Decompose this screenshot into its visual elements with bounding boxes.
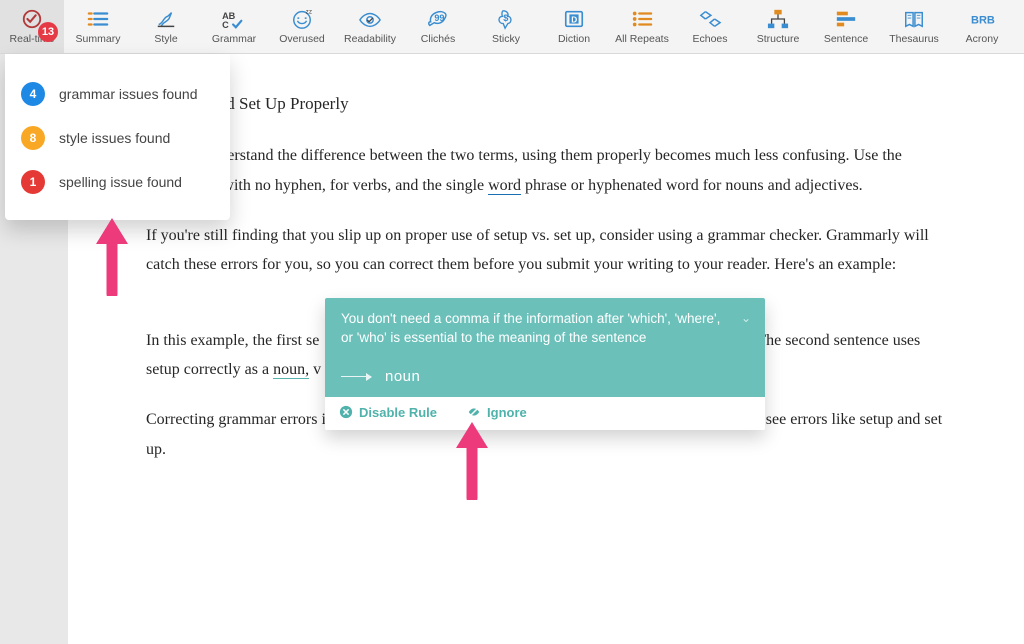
- tool-label: Grammar: [212, 33, 256, 45]
- suggestion-popup: You don't need a comma if the informatio…: [325, 298, 765, 430]
- tool-label: Acrony: [966, 33, 999, 45]
- tool-style[interactable]: Style: [132, 0, 200, 53]
- arrow-right-icon: [341, 376, 371, 377]
- disable-rule-button[interactable]: Disable Rule: [339, 405, 437, 420]
- tool-label: Sentence: [824, 33, 868, 45]
- acronyms-icon: BRB: [968, 8, 996, 30]
- style-icon: [152, 8, 180, 30]
- readability-icon: [356, 8, 384, 30]
- ignore-button[interactable]: Ignore: [467, 405, 527, 420]
- tool-label: Diction: [558, 33, 590, 45]
- count-badge: 8: [21, 126, 45, 150]
- tool-readability[interactable]: Readability: [336, 0, 404, 53]
- tool-label: Readability: [344, 33, 396, 45]
- flagged-noun[interactable]: noun,: [273, 361, 309, 379]
- svg-text:BRB: BRB: [971, 15, 995, 27]
- doc-heading: .... Setup and Set Up Properly: [146, 88, 954, 119]
- annotation-arrow-1: [92, 216, 132, 301]
- dropdown-label: grammar issues found: [59, 86, 198, 102]
- tool-label: Thesaurus: [889, 33, 939, 45]
- tool-diction[interactable]: D Diction: [540, 0, 608, 53]
- tool-label: All Repeats: [615, 33, 669, 45]
- tool-label: Clichés: [421, 33, 455, 45]
- chevron-down-icon[interactable]: ⌄: [741, 310, 751, 327]
- tool-sentence[interactable]: Sentence: [812, 0, 880, 53]
- flagged-word[interactable]: word: [488, 177, 521, 195]
- dropdown-label: style issues found: [59, 130, 170, 146]
- suggestion-message: You don't need a comma if the informatio…: [325, 298, 765, 360]
- tool-overused[interactable]: zz Overused: [268, 0, 336, 53]
- svg-text:C: C: [222, 20, 229, 30]
- dropdown-label: spelling issue found: [59, 174, 182, 190]
- dropdown-row-spelling[interactable]: 1 spelling issue found: [21, 160, 214, 204]
- tool-acronyms[interactable]: BRB Acrony: [948, 0, 1016, 53]
- diction-icon: D: [560, 8, 588, 30]
- tool-label: Style: [154, 33, 177, 45]
- doc-paragraph-2: If you're still finding that you slip up…: [146, 221, 954, 280]
- toolbar: Real-time 13 Summary Style ABC Grammar z…: [0, 0, 1024, 54]
- doc-paragraph-1: ---------- understand the difference bet…: [146, 141, 954, 200]
- tool-label: Summary: [76, 33, 121, 45]
- tool-cliches[interactable]: 99 Clichés: [404, 0, 472, 53]
- summary-icon: [84, 8, 112, 30]
- svg-text:D: D: [571, 16, 577, 25]
- tool-thesaurus[interactable]: Thesaurus: [880, 0, 948, 53]
- annotation-arrow-2: [452, 420, 492, 505]
- tool-label: Sticky: [492, 33, 520, 45]
- tool-grammar[interactable]: ABC Grammar: [200, 0, 268, 53]
- tool-structure[interactable]: Structure: [744, 0, 812, 53]
- sticky-icon: $: [492, 8, 520, 30]
- eye-off-icon: [467, 405, 481, 419]
- tool-echoes[interactable]: Echoes: [676, 0, 744, 53]
- dropdown-row-style[interactable]: 8 style issues found: [21, 116, 214, 160]
- tool-label: Overused: [279, 33, 325, 45]
- sentence-icon: [832, 8, 860, 30]
- tool-allrepeats[interactable]: All Repeats: [608, 0, 676, 53]
- svg-text:$: $: [503, 13, 508, 23]
- thesaurus-icon: [900, 8, 928, 30]
- cliches-icon: 99: [424, 8, 452, 30]
- realtime-badge: 13: [38, 22, 58, 42]
- tool-label: Structure: [757, 33, 800, 45]
- realtime-dropdown: 4 grammar issues found 8 style issues fo…: [5, 54, 230, 220]
- suggestion-actions: Disable Rule Ignore: [325, 397, 765, 430]
- tool-realtime[interactable]: Real-time 13: [0, 0, 64, 53]
- tool-label: Echoes: [692, 33, 727, 45]
- svg-text:99: 99: [434, 13, 444, 23]
- tool-summary[interactable]: Summary: [64, 0, 132, 53]
- suggestion-replacement[interactable]: noun: [325, 360, 765, 397]
- count-badge: 1: [21, 170, 45, 194]
- close-circle-icon: [339, 405, 353, 419]
- svg-text:zz: zz: [306, 9, 312, 16]
- count-badge: 4: [21, 82, 45, 106]
- tool-sticky[interactable]: $ Sticky: [472, 0, 540, 53]
- grammar-icon: ABC: [220, 8, 248, 30]
- echoes-icon: [696, 8, 724, 30]
- structure-icon: [764, 8, 792, 30]
- allrepeats-icon: [628, 8, 656, 30]
- overused-icon: zz: [288, 8, 316, 30]
- dropdown-row-grammar[interactable]: 4 grammar issues found: [21, 72, 214, 116]
